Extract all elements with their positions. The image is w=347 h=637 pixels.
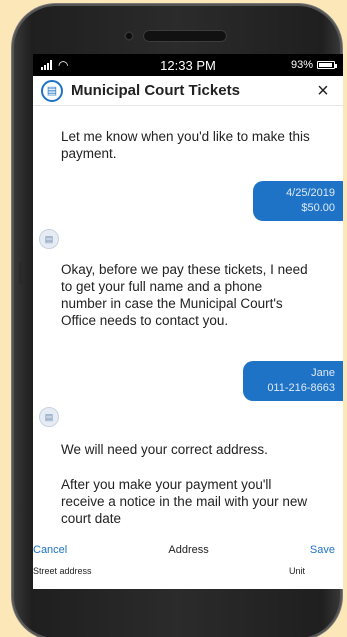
status-time: 12:33 PM xyxy=(160,57,216,73)
status-bar: ◠ 12:33 PM 93% xyxy=(33,54,343,76)
chat-header: ▤ Municipal Court Tickets × xyxy=(33,76,343,106)
user-message-line: Jane xyxy=(311,367,335,379)
close-icon[interactable]: × xyxy=(311,81,335,101)
side-button xyxy=(19,262,24,284)
cancel-button[interactable]: Cancel xyxy=(33,544,67,556)
chat-thread: Let me know when you'd like to make this… xyxy=(33,106,343,561)
bot-avatar: ▤ xyxy=(39,407,59,427)
unit-input[interactable] xyxy=(289,566,329,576)
address-title: Address xyxy=(168,544,209,556)
user-message-line: 4/25/2019 xyxy=(286,187,335,199)
address-form-header: Cancel Address Save xyxy=(33,540,343,560)
bot-message: After you make your payment you'll recei… xyxy=(61,477,308,526)
phone-screen: ◠ 12:33 PM 93% ▤ Municipal Court Tickets… xyxy=(33,54,343,589)
user-message-bubble: 4/25/2019 $50.00 xyxy=(253,181,343,221)
speaker-grille xyxy=(143,30,227,42)
user-message-line: 011-216-8663 xyxy=(267,382,335,394)
user-message-bubble: Jane 011-216-8663 xyxy=(243,361,343,401)
bot-message: Let me know when you'd like to make this… xyxy=(61,129,310,161)
bot-avatar-row: ▤ xyxy=(39,229,59,249)
battery-icon xyxy=(317,61,337,69)
phone-frame: ◠ 12:33 PM 93% ▤ Municipal Court Tickets… xyxy=(12,4,343,637)
save-button[interactable]: Save xyxy=(310,544,335,556)
user-message-line: $50.00 xyxy=(301,202,335,214)
bot-message: We will need your correct address. xyxy=(61,442,268,457)
street-address-input[interactable] xyxy=(33,566,273,576)
bot-avatar-row: ▤ xyxy=(39,407,59,427)
bot-message: Okay, before we pay these tickets, I nee… xyxy=(61,262,308,328)
camera-icon xyxy=(124,31,134,41)
document-icon: ▤ xyxy=(41,79,63,102)
bot-avatar: ▤ xyxy=(39,229,59,249)
address-fields xyxy=(33,562,343,580)
page-title: Municipal Court Tickets xyxy=(71,82,240,99)
